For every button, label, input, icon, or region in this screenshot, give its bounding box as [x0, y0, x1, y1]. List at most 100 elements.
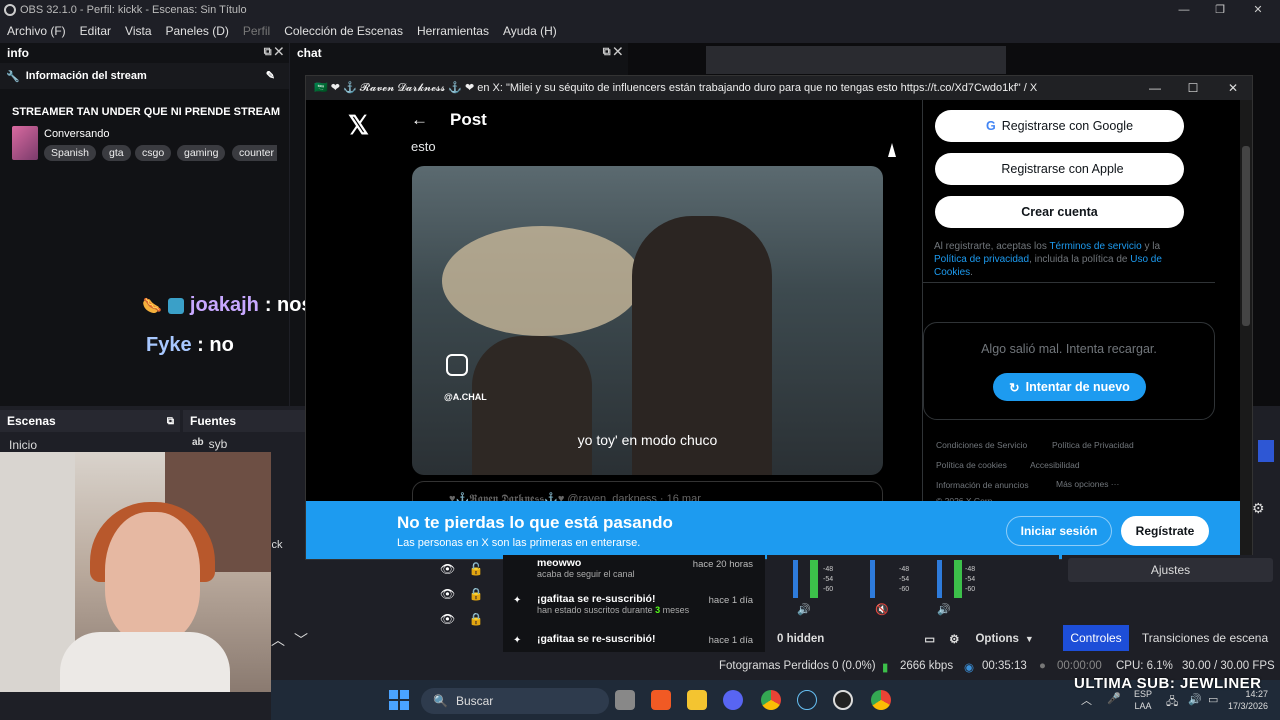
footer-link[interactable]: Información de anuncios	[936, 480, 1029, 490]
file-explorer-icon[interactable]	[687, 690, 707, 710]
reg-note-text: Al registrarte, aceptas los	[934, 241, 1050, 252]
network-icon[interactable]: 🖧	[1166, 693, 1178, 712]
layout-icon[interactable]: ▭	[924, 632, 935, 646]
menu-paneles[interactable]: Paneles (D)	[166, 24, 229, 38]
language-layout: LAA	[1134, 701, 1152, 711]
chevron-down-icon: ▼	[1024, 634, 1034, 644]
video-subtitle: yo toy' en modo chuco	[577, 432, 718, 448]
volume-icon[interactable]: 🔊	[937, 603, 951, 616]
options-dropdown[interactable]: Options	[975, 633, 1018, 645]
post-video[interactable]: @A.CHAL yo toy' en modo chuco	[412, 166, 883, 475]
menu-perfil[interactable]: Perfil	[243, 24, 270, 38]
close-icon[interactable]: ✕	[1238, 0, 1278, 20]
login-button[interactable]: Iniciar sesión	[1006, 516, 1112, 546]
reg-note-text: , incluida la política de	[1029, 254, 1131, 265]
source-label-partial: ick	[269, 539, 283, 551]
eye-icon[interactable]: 👁	[440, 562, 455, 576]
db-label: -54	[965, 576, 976, 583]
chrome-icon[interactable]	[871, 690, 891, 710]
browser-maximize-icon[interactable]: ☐	[1174, 76, 1212, 100]
back-arrow-icon[interactable]: ←	[411, 110, 428, 130]
error-message: Algo salió mal. Intenta recargar.	[981, 342, 1157, 356]
lock-icon[interactable]: 🔒	[469, 612, 484, 626]
volume-icon[interactable]: 🔊	[797, 603, 811, 616]
clock-date: 17/3/2026	[1228, 701, 1269, 711]
controls-side-button[interactable]	[1258, 440, 1274, 462]
footer-link[interactable]: Política de cookies	[936, 460, 1007, 470]
divider	[923, 282, 1215, 283]
signal-icon: ▮	[882, 662, 889, 674]
obs-taskbar-icon[interactable]	[833, 690, 853, 710]
db-label: -60	[823, 586, 834, 593]
settings-button[interactable]: Ajustes	[1068, 558, 1273, 582]
move-down-icon[interactable]: ﹀	[294, 630, 308, 650]
sources-dock-title: Fuentes	[183, 410, 305, 432]
speaker-icon[interactable]: 🔊	[1188, 693, 1202, 706]
info-header-label: Información del stream	[25, 70, 147, 82]
scenes-dock-label: Escenas	[7, 414, 56, 428]
menu-editar[interactable]: Editar	[80, 24, 111, 38]
dock-float-icon[interactable]: ⧉	[167, 416, 174, 427]
microphone-icon[interactable]: 🎤	[1107, 692, 1121, 705]
browser-minimize-icon[interactable]: —	[1136, 76, 1174, 100]
retry-button[interactable]: ↻ Intentar de nuevo	[993, 373, 1146, 401]
webcam-person-face	[105, 512, 200, 642]
scrollbar-thumb[interactable]	[1242, 146, 1250, 326]
lock-icon[interactable]: 🔒	[469, 587, 484, 601]
footer-link[interactable]: Política de Privacidad	[1052, 440, 1134, 450]
menu-archivo[interactable]: Archivo (F)	[7, 24, 66, 38]
browser-close-icon[interactable]: ✕	[1214, 76, 1252, 100]
signup-apple-button[interactable]: Registrarse con Apple	[935, 153, 1184, 185]
menu-vista[interactable]: Vista	[125, 24, 151, 38]
minimize-icon[interactable]: —	[1164, 0, 1204, 20]
steam-icon[interactable]	[797, 690, 817, 710]
windows-start-icon[interactable]	[389, 690, 409, 710]
chat-dock-title: chat ⧉ ✕	[290, 43, 628, 63]
menu-ayuda[interactable]: Ayuda (H)	[503, 24, 557, 38]
hidden-count: 0 hidden	[777, 633, 825, 645]
battery-icon[interactable]: ▭	[1208, 693, 1218, 706]
reg-note-text: .	[970, 267, 973, 278]
footer-link[interactable]: Más opciones ···	[1056, 479, 1119, 489]
discord-icon[interactable]	[723, 690, 743, 710]
bitrate: 2666 kbps	[900, 660, 954, 672]
chrome-icon[interactable]	[761, 690, 781, 710]
gear-icon[interactable]: ⚙	[1252, 500, 1265, 517]
maximize-icon[interactable]: ❐	[1200, 0, 1240, 20]
muted-icon[interactable]: 🔇	[875, 603, 889, 616]
gear-icon[interactable]: ⚙	[949, 632, 959, 646]
db-scale: -48 -54 -60	[965, 565, 975, 595]
move-up-icon[interactable]: ︿	[271, 630, 285, 650]
event-time: hace 1 día	[708, 635, 753, 646]
task-view-icon[interactable]	[615, 690, 635, 710]
menu-herramientas[interactable]: Herramientas	[417, 24, 489, 38]
x-logo-icon[interactable]: 𝕏	[348, 110, 369, 141]
brave-icon[interactable]	[651, 690, 671, 710]
lock-icon[interactable]: 🔓	[469, 562, 484, 576]
tab-transiciones[interactable]: Transiciones de escena	[1135, 625, 1275, 651]
footer-link[interactable]: Condiciones de Servicio	[936, 440, 1027, 450]
terms-link[interactable]: Términos de servicio	[1049, 241, 1141, 252]
eye-icon[interactable]: 👁	[440, 587, 455, 601]
signup-apple-label: Registrarse con Apple	[1001, 162, 1124, 176]
signup-button[interactable]: Regístrate	[1121, 516, 1209, 546]
dock-float-close-icon[interactable]: ⧉ ✕	[264, 46, 283, 59]
menu-coleccion-escenas[interactable]: Colección de Escenas	[284, 24, 403, 38]
search-placeholder: Buscar	[455, 694, 494, 708]
info-dock-label: info	[7, 46, 29, 60]
db-scale: -48 -54 -60	[899, 565, 909, 595]
video-scene-hat	[442, 226, 642, 336]
tab-controles[interactable]: Controles	[1063, 625, 1129, 651]
create-account-button[interactable]: Crear cuenta	[935, 196, 1184, 228]
footer-link[interactable]: Accesibilidad	[1030, 460, 1080, 470]
signup-google-button[interactable]: G Registrarse con Google	[935, 110, 1184, 142]
audio-toolbar: 0 hidden ▭ ⚙ Options ▼	[767, 628, 1059, 650]
taskbar-search[interactable]: 🔍 Buscar	[421, 688, 609, 714]
privacy-link[interactable]: Política de privacidad	[934, 254, 1029, 265]
audio-meter	[954, 560, 962, 598]
eye-icon[interactable]: 👁	[440, 612, 455, 626]
reg-note-text: y la	[1141, 241, 1161, 252]
dock-float-close-icon[interactable]: ⧉ ✕	[603, 46, 622, 59]
chevron-up-icon[interactable]: ︿	[1081, 692, 1092, 708]
edit-icon[interactable]: ✎	[266, 69, 275, 82]
